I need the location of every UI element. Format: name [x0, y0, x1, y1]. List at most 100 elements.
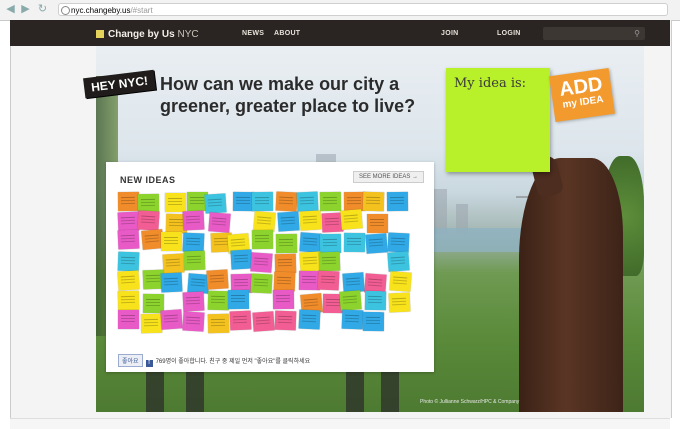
see-more-ideas-button[interactable]: SEE MORE IDEAS →	[352, 171, 424, 183]
photo-credit: Photo © Jullianne Schwarz/HPC & Company	[420, 399, 520, 405]
brand-city: NYC	[177, 29, 199, 40]
back-icon[interactable]: ◀	[4, 3, 17, 16]
idea-note[interactable]	[160, 309, 183, 330]
idea-note[interactable]	[386, 191, 409, 212]
idea-note[interactable]	[162, 253, 185, 275]
idea-note[interactable]	[164, 192, 186, 212]
idea-note[interactable]	[340, 208, 363, 230]
idea-note[interactable]	[204, 193, 227, 214]
nav-join[interactable]: JOIN	[441, 30, 459, 37]
idea-note[interactable]	[183, 250, 205, 270]
idea-note[interactable]	[137, 210, 160, 231]
logo-icon	[96, 30, 104, 38]
idea-note[interactable]	[364, 290, 386, 311]
nav-about[interactable]: ABOUT	[274, 30, 300, 37]
person-legs	[381, 372, 399, 412]
idea-note[interactable]	[117, 229, 140, 250]
idea-note[interactable]	[342, 271, 365, 293]
idea-note[interactable]	[277, 211, 300, 233]
url-host: nyc.changeby.us	[71, 6, 131, 15]
forward-icon[interactable]: ▶	[19, 3, 32, 16]
idea-note[interactable]	[388, 292, 411, 313]
idea-note[interactable]	[117, 290, 140, 310]
hand-illustration	[519, 158, 623, 412]
idea-note[interactable]	[182, 310, 205, 332]
globe-icon	[61, 6, 70, 15]
nav-news[interactable]: NEWS	[242, 30, 264, 37]
idea-note[interactable]	[229, 310, 252, 331]
idea-note[interactable]	[320, 234, 342, 254]
idea-note[interactable]	[341, 309, 364, 329]
idea-note[interactable]	[251, 311, 275, 332]
idea-note[interactable]	[250, 273, 273, 294]
idea-note[interactable]	[275, 191, 298, 212]
facebook-like-bar: 좋아요 f 769명이 좋아합니다. 친구 중 제일 먼저 "좋아요"를 클릭하세요	[118, 354, 310, 367]
like-button[interactable]: 좋아요	[118, 354, 143, 367]
headline-line-2: greener, greater place to live?	[160, 96, 416, 116]
idea-note[interactable]	[298, 271, 320, 291]
new-ideas-panel: NEW IDEAS SEE MORE IDEAS → 좋아요 f 769명이 좋아합…	[106, 162, 434, 372]
address-bar[interactable]: nyc.changeby.us/#start	[58, 3, 668, 16]
idea-note[interactable]	[182, 232, 204, 253]
idea-note[interactable]	[274, 310, 297, 330]
add-idea-button[interactable]: ADD my IDEA	[549, 68, 615, 122]
idea-note[interactable]	[299, 232, 323, 253]
site-logo[interactable]: Change by Us NYC	[96, 29, 199, 40]
idea-note[interactable]	[230, 249, 253, 270]
idea-note[interactable]	[362, 191, 385, 212]
idea-note[interactable]	[362, 311, 384, 332]
idea-note[interactable]	[208, 212, 231, 233]
person-legs	[146, 372, 164, 412]
idea-note[interactable]	[387, 251, 410, 272]
idea-note[interactable]	[252, 210, 276, 232]
brand-name: Change by Us	[108, 29, 175, 40]
idea-note[interactable]	[298, 309, 321, 330]
idea-note[interactable]	[182, 210, 205, 231]
idea-note[interactable]	[339, 290, 362, 311]
idea-note[interactable]	[320, 191, 342, 212]
idea-note[interactable]	[118, 191, 140, 212]
idea-note[interactable]	[117, 270, 140, 292]
idea-note[interactable]	[160, 272, 183, 293]
search-icon[interactable]: ⚲	[634, 27, 640, 40]
like-count-text: 769명이 좋아합니다. 친구 중 제일 먼저 "좋아요"를 클릭하세요	[155, 359, 311, 365]
idea-note[interactable]	[387, 232, 410, 253]
idea-note[interactable]	[160, 231, 182, 251]
idea-note[interactable]	[207, 313, 230, 334]
idea-note[interactable]	[251, 229, 273, 249]
idea-note[interactable]	[273, 272, 296, 292]
idea-note[interactable]	[365, 232, 388, 254]
idea-note[interactable]	[183, 291, 205, 312]
hero-headline: How can we make our city a greener, grea…	[160, 73, 445, 117]
headline-line-1: How can we make our city a	[160, 74, 400, 94]
person-legs	[346, 372, 364, 412]
idea-note[interactable]	[318, 251, 341, 271]
idea-sticky-note[interactable]: My idea is:	[446, 68, 550, 172]
ideas-board[interactable]	[117, 191, 422, 342]
idea-note[interactable]	[118, 309, 139, 329]
idea-note[interactable]	[227, 289, 250, 309]
idea-note[interactable]	[140, 313, 162, 334]
idea-note[interactable]	[117, 211, 140, 232]
idea-note[interactable]	[296, 191, 319, 212]
search-input[interactable]: ⚲	[543, 27, 645, 40]
idea-note[interactable]	[272, 289, 295, 310]
page-footer	[10, 418, 670, 429]
idea-note[interactable]	[367, 213, 389, 233]
idea-note[interactable]	[317, 271, 340, 291]
idea-note[interactable]	[275, 233, 297, 254]
idea-prompt: My idea is:	[454, 76, 527, 91]
idea-note[interactable]	[206, 269, 230, 290]
idea-note[interactable]	[250, 252, 274, 273]
idea-note[interactable]	[274, 253, 297, 273]
idea-note[interactable]	[344, 233, 366, 253]
new-ideas-title: NEW IDEAS	[120, 175, 176, 185]
reload-icon[interactable]: ↻	[36, 3, 49, 16]
idea-note[interactable]	[299, 210, 322, 231]
browser-chrome: ◀ ▶ ↻ nyc.changeby.us/#start	[0, 0, 680, 21]
idea-note[interactable]	[117, 251, 140, 272]
nav-login[interactable]: LOGIN	[497, 30, 521, 37]
idea-note[interactable]	[251, 191, 273, 212]
idea-note[interactable]	[389, 271, 412, 292]
idea-note[interactable]	[208, 290, 230, 310]
